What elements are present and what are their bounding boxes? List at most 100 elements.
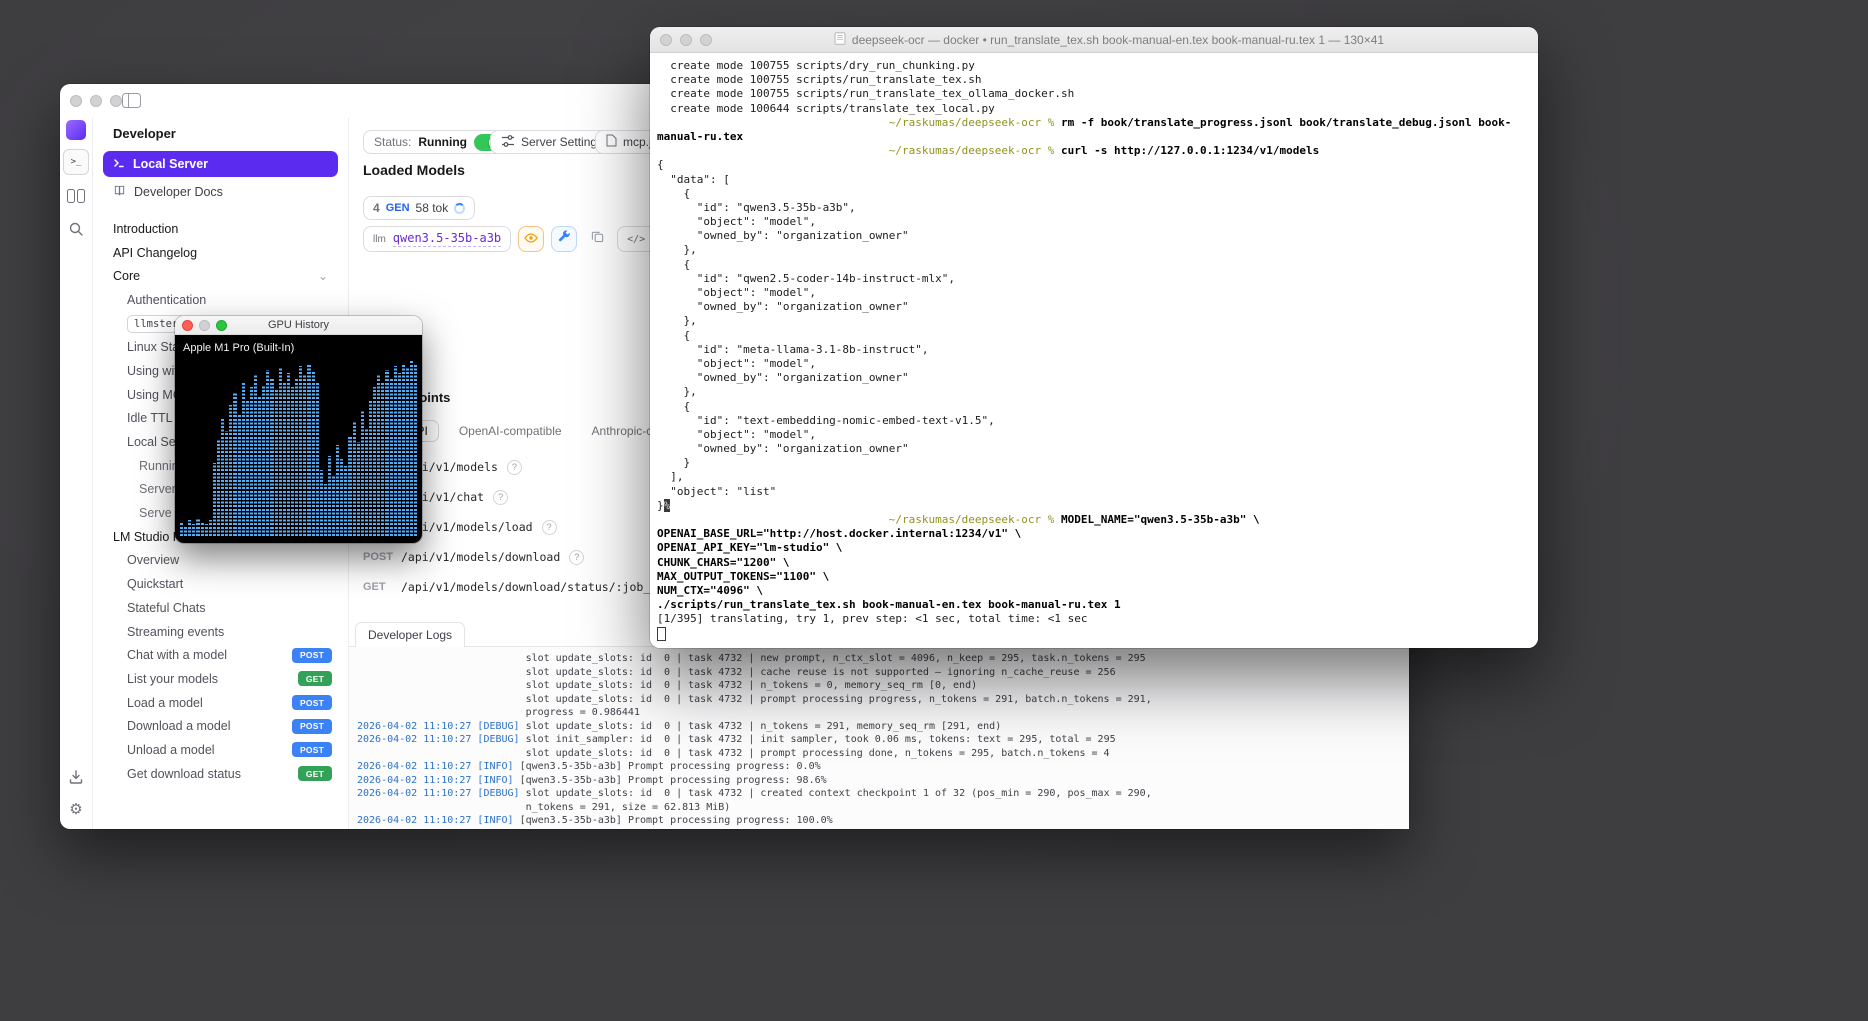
- model-chip[interactable]: llm qwen3.5-35b-a3b: [363, 226, 511, 252]
- close-button[interactable]: [70, 95, 82, 107]
- gen-tokens: 58 tok: [416, 201, 449, 215]
- help-icon[interactable]: ?: [542, 520, 557, 535]
- log-line: slot update_slots: id 0 | task 4732 | ca…: [357, 666, 1401, 680]
- gpu-usage-bar: [225, 431, 228, 536]
- method-badge: POST: [292, 719, 332, 734]
- terminal-line: {: [657, 329, 1538, 343]
- endpoint-row: POST/api/v1/models/download?: [363, 542, 688, 572]
- sidebar-item[interactable]: API Changelog: [101, 241, 340, 265]
- preview-eye-button[interactable]: [518, 226, 544, 252]
- gpu-usage-bar: [201, 522, 204, 536]
- minimize-button[interactable]: [90, 95, 102, 107]
- gpu-usage-bar: [328, 456, 331, 537]
- help-icon[interactable]: ?: [493, 490, 508, 505]
- sidebar-item[interactable]: Download a modelPOST: [101, 714, 340, 738]
- close-button[interactable]: [660, 34, 672, 46]
- sidebar-item[interactable]: Chat with a modelPOST: [101, 643, 340, 667]
- discover-search-icon[interactable]: [64, 217, 88, 241]
- terminal-line: "id": "text-embedding-nomic-embed-text-v…: [657, 414, 1538, 428]
- method-badge: GET: [298, 766, 332, 781]
- status-value: Running: [418, 135, 467, 149]
- gpu-usage-bar: [283, 382, 286, 536]
- terminal-output[interactable]: create mode 100755 scripts/dry_run_chunk…: [650, 53, 1538, 648]
- sidebar-item[interactable]: Get download status GET: [101, 762, 340, 786]
- terminal-line: ~/raskumas/deepseek-ocr % curl -s http:/…: [657, 144, 1538, 158]
- gpu-usage-bar: [188, 520, 191, 536]
- sidebar-item[interactable]: Stateful Chats: [101, 596, 340, 620]
- gpu-usage-bar: [348, 435, 351, 537]
- log-line: slot update_slots: id 0 | task 4732 | pr…: [357, 747, 1401, 761]
- gpu-usage-bar: [258, 396, 261, 536]
- downloads-icon[interactable]: [68, 769, 84, 790]
- sidebar-item-label: Authentication: [127, 293, 206, 307]
- zoom-button[interactable]: [110, 95, 122, 107]
- sidebar-item-label: Core: [113, 269, 140, 283]
- tab-openai-compatible[interactable]: OpenAI-compatible: [449, 421, 572, 441]
- minimize-button[interactable]: [199, 320, 210, 331]
- sidebar-item-developer-docs[interactable]: Developer Docs: [103, 179, 338, 205]
- server-settings-label: Server Settings: [521, 135, 603, 149]
- sidebar-item[interactable]: List your modelsGET: [101, 667, 340, 691]
- tab-developer-logs[interactable]: Developer Logs: [355, 622, 465, 647]
- method-badge: POST: [292, 695, 332, 710]
- terminal-line: ~/raskumas/deepseek-ocr % rm -f book/tra…: [657, 116, 1538, 130]
- columns-icon[interactable]: [64, 184, 88, 208]
- status-label: Status:: [374, 135, 411, 149]
- developer-terminal-icon[interactable]: >_: [63, 149, 89, 175]
- gpu-usage-bar: [373, 387, 376, 536]
- terminal-line: {: [657, 400, 1538, 414]
- zoom-button[interactable]: [700, 34, 712, 46]
- developer-log-area[interactable]: slot update_slots: id 0 | task 4732 | ne…: [349, 647, 1409, 829]
- gpu-usage-bar: [184, 526, 187, 537]
- terminal-line: create mode 100755 scripts/dry_run_chunk…: [657, 59, 1538, 73]
- terminal-line: "owned_by": "organization_owner": [657, 229, 1538, 243]
- sidebar-item[interactable]: Core⌄: [101, 264, 340, 288]
- gpu-usage-bar: [336, 445, 339, 536]
- terminal-line: OPENAI_API_KEY="lm-studio" \: [657, 541, 1538, 555]
- log-line: slot update_slots: id 0 | task 4732 | n_…: [357, 679, 1401, 693]
- terminal-line: },: [657, 314, 1538, 328]
- sidebar-heading: Developer: [113, 126, 340, 141]
- sidebar-item[interactable]: Load a modelPOST: [101, 691, 340, 715]
- sidebar-item[interactable]: Overview: [101, 549, 340, 573]
- gpu-usage-bar: [344, 466, 347, 536]
- sidebar-item[interactable]: Authentication: [101, 288, 340, 312]
- model-settings-button[interactable]: [551, 226, 577, 252]
- gpu-usage-bar: [299, 366, 302, 536]
- method-badge: POST: [292, 742, 332, 757]
- sidebar-item[interactable]: Unload a modelPOST: [101, 738, 340, 762]
- gpu-usage-bar: [217, 440, 220, 536]
- log-lines: slot update_slots: id 0 | task 4732 | ne…: [357, 652, 1401, 828]
- sidebar-item[interactable]: Introduction: [101, 217, 340, 241]
- lmstudio-rail: >_ ⚙: [60, 118, 93, 829]
- zoom-button[interactable]: [216, 320, 227, 331]
- copy-button[interactable]: [584, 226, 610, 252]
- model-name: qwen3.5-35b-a3b: [393, 231, 501, 247]
- help-icon[interactable]: ?: [569, 550, 584, 565]
- endpoint-method: POST: [363, 551, 401, 563]
- gpu-usage-bar: [312, 372, 315, 537]
- terminal-line: {: [657, 158, 1538, 172]
- terminal-line: create mode 100755 scripts/run_translate…: [657, 87, 1538, 101]
- settings-gear-icon[interactable]: ⚙: [69, 802, 82, 817]
- terminal-line: {: [657, 187, 1538, 201]
- sidebar-item[interactable]: Quickstart: [101, 572, 340, 596]
- gpu-usage-bar: [229, 405, 232, 536]
- help-icon[interactable]: ?: [507, 460, 522, 475]
- sidebar-item-label: API Changelog: [113, 246, 197, 260]
- gpu-usage-bar: [233, 393, 236, 537]
- gpu-usage-bar: [266, 370, 269, 536]
- sidebar-toggle-icon[interactable]: [122, 93, 141, 113]
- log-line: 2026-04-02 11:10:27 [INFO] [qwen3.5-35b-…: [357, 814, 1401, 828]
- minimize-button[interactable]: [680, 34, 692, 46]
- sidebar-item-local-server[interactable]: Local Server: [103, 151, 338, 177]
- gpu-history-window: GPU History Apple M1 Pro (Built-In): [175, 316, 422, 543]
- close-button[interactable]: [182, 320, 193, 331]
- terminal-line: "object": "list": [657, 485, 1538, 499]
- sidebar-item-label: Get download status: [127, 767, 241, 781]
- terminal-line: "object": "model",: [657, 428, 1538, 442]
- sidebar-item-label: Stateful Chats: [127, 601, 206, 615]
- sidebar-item-label: Chat with a model: [127, 648, 227, 662]
- sidebar-item[interactable]: Streaming events: [101, 620, 340, 644]
- terminal-line: ],: [657, 470, 1538, 484]
